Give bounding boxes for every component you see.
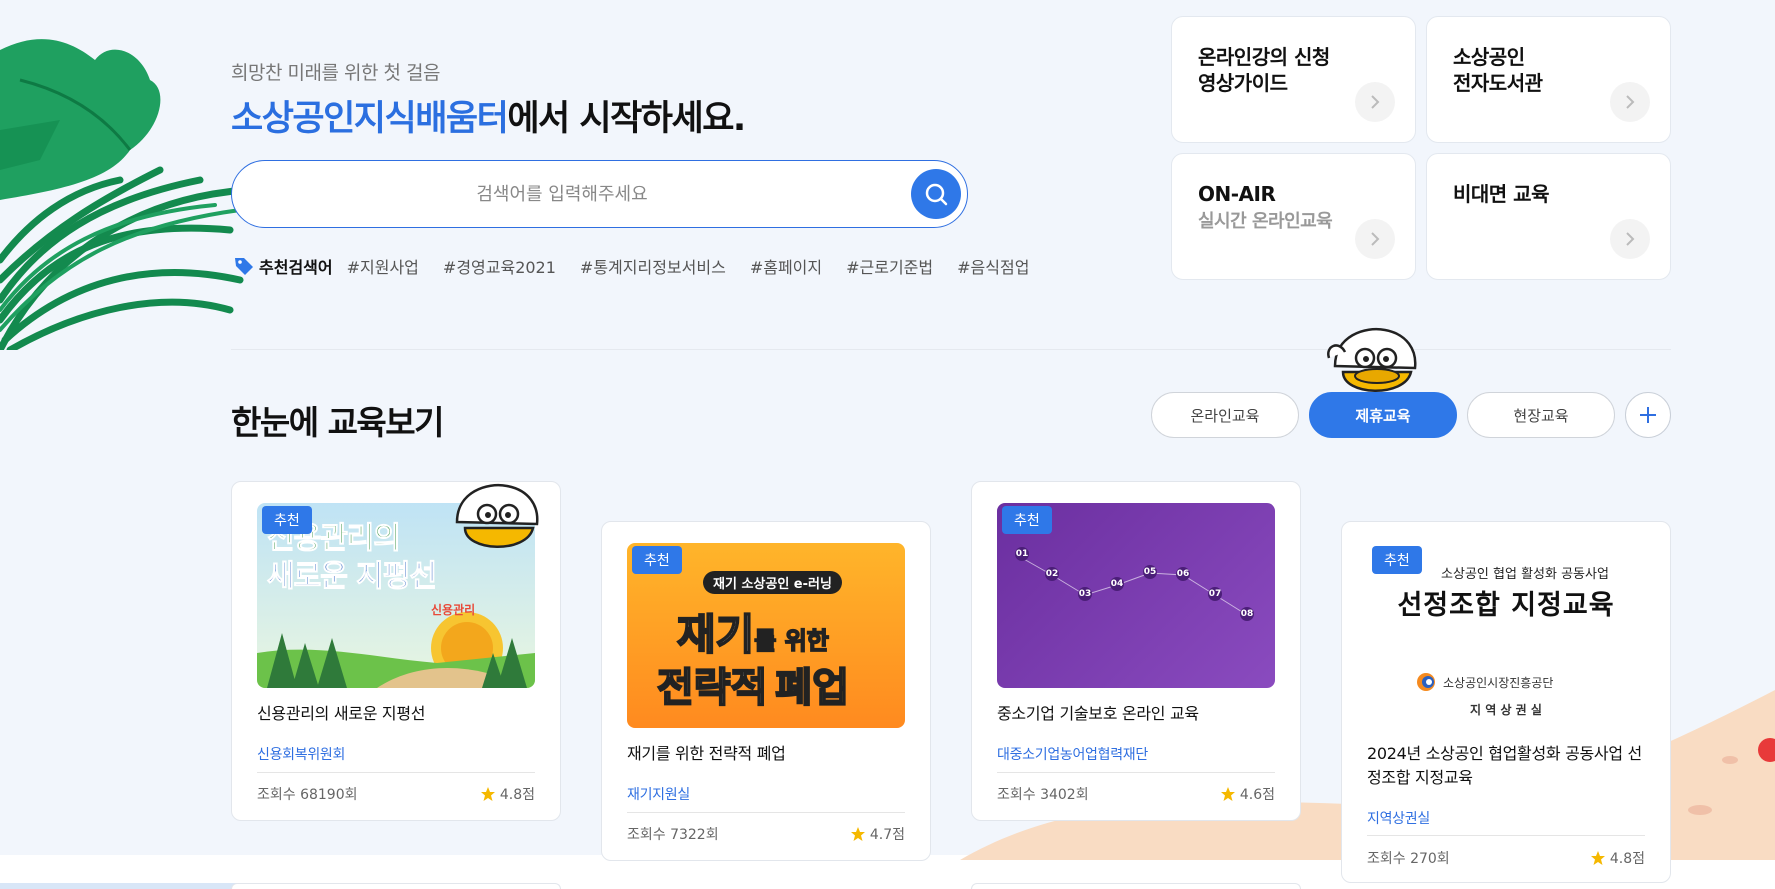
tab-partner-education[interactable]: 제휴교육 [1309, 392, 1457, 438]
keyword-link[interactable]: #음식점업 [957, 254, 1029, 278]
star-icon [480, 787, 495, 801]
keyword-link[interactable]: #지원사업 [347, 254, 419, 278]
course-card[interactable]: 추천 소상공인 협업 활성화 공동사업 선정조합 지정교육 소상공인시장진흥공단… [1341, 521, 1671, 883]
hero-title: 소상공인지식배움터에서 시작하세요. [231, 90, 746, 141]
thumbnail-line-2: 새로운 지평선 [266, 559, 437, 595]
hero-title-rest: 에서 시작하세요. [507, 99, 746, 139]
quick-link-title: 소상공인 전자도서관 [1453, 45, 1543, 95]
thumbnail-main-title: 선정조합 지정교육 [1397, 590, 1615, 621]
card-divider [997, 772, 1275, 773]
hero-subtitle: 희망찬 미래를 위한 첫 걸음 [231, 62, 440, 84]
course-organization: 신용회복위원회 [257, 747, 346, 763]
view-count: 조회수 3402회 [997, 787, 1089, 803]
chevron-right-icon [1610, 219, 1650, 259]
rating: 4.8점 [1590, 848, 1645, 868]
course-card[interactable]: 추천 재기 소상공인 e-러닝 재기 를 위한 전략적 폐업 재기를 위한 전략… [601, 521, 931, 861]
rating-value: 4.7점 [869, 827, 905, 843]
keyword-link[interactable]: #홈페이지 [750, 254, 822, 278]
search-bar [231, 160, 968, 228]
recommend-badge: 추천 [1002, 506, 1052, 534]
search-icon [925, 183, 948, 206]
card-divider [627, 812, 905, 813]
recommended-keywords: 추천검색어 #지원사업 #경영교육2021 #통계지리정보서비스 #홈페이지 #… [233, 254, 1053, 278]
rating-value: 4.8점 [499, 787, 535, 803]
course-card[interactable]: 추천 01 02 03 04 05 06 07 08 중소기업 기술보호 온라인… [971, 481, 1301, 821]
recommended-label: 추천검색어 [259, 258, 333, 277]
thumbnail-big-text: 재기 [676, 609, 755, 660]
thumbnail-small-text: 를 위한 [754, 626, 830, 656]
chevron-right-icon [1355, 82, 1395, 122]
step-marker: 02 [1045, 567, 1059, 581]
search-button[interactable] [911, 169, 961, 219]
quick-link-title: ON-AIR [1198, 182, 1276, 206]
step-marker: 04 [1110, 577, 1124, 591]
step-marker: 01 [1015, 547, 1029, 561]
thumbnail-top-label: 소상공인 협업 활성화 공동사업 [1441, 567, 1609, 582]
course-card-next-row [971, 883, 1301, 889]
footer-accent-strip [0, 883, 240, 889]
recommend-badge: 추천 [262, 506, 312, 534]
rating: 4.8점 [480, 784, 535, 804]
card-divider [1367, 835, 1645, 836]
quick-link-e-library[interactable]: 소상공인 전자도서관 [1426, 16, 1671, 143]
step-marker: 08 [1240, 607, 1254, 621]
recommend-badge: 추천 [1372, 546, 1422, 574]
keyword-link[interactable]: #경영교육2021 [443, 254, 556, 278]
recommend-badge: 추천 [632, 546, 682, 574]
search-input[interactable] [262, 171, 862, 217]
tab-online-education[interactable]: 온라인교육 [1151, 392, 1299, 438]
quick-link-title: 온라인강의 신청 영상가이드 [1198, 45, 1330, 95]
quick-link-online-guide[interactable]: 온라인강의 신청 영상가이드 [1171, 16, 1416, 143]
course-card[interactable]: 추천 신용관리의 새로운 지평선 신용관리 신용관리의 새로운 지평선 신용회복… [231, 481, 561, 821]
palm-leaf-decoration [0, 39, 249, 350]
rating-value: 4.6점 [1239, 787, 1275, 803]
section-title: 한눈에 교육보기 [231, 403, 445, 442]
view-count: 조회수 7322회 [627, 827, 719, 843]
mascot-icon [1327, 327, 1417, 392]
course-card-next-row [231, 883, 561, 889]
course-title: 중소기업 기술보호 온라인 교육 [997, 704, 1199, 723]
keyword-link[interactable]: #통계지리정보서비스 [580, 254, 726, 278]
rating: 4.7점 [850, 824, 905, 844]
thumbnail-organization: 소상공인시장진흥공단 [1443, 675, 1554, 690]
tab-field-education[interactable]: 현장교육 [1467, 392, 1615, 438]
quick-link-remote-education[interactable]: 비대면 교육 [1426, 153, 1671, 280]
course-title: 재기를 위한 전략적 폐업 [627, 744, 786, 763]
quick-link-title: 비대면 교육 [1453, 182, 1549, 206]
step-marker: 07 [1208, 587, 1222, 601]
star-icon [850, 827, 865, 841]
card-divider [257, 772, 535, 773]
step-marker: 05 [1143, 565, 1157, 579]
tag-icon [235, 258, 253, 275]
hero-title-accent: 소상공인지식배움터 [231, 99, 509, 139]
rating-value: 4.8점 [1609, 851, 1645, 867]
course-organization: 재기지원실 [627, 787, 690, 803]
step-marker: 03 [1078, 587, 1092, 601]
mascot-icon [455, 483, 539, 548]
star-icon [1590, 851, 1605, 865]
section-divider [231, 349, 1671, 350]
quick-link-on-air[interactable]: ON-AIR 실시간 온라인교육 [1171, 153, 1416, 280]
quick-link-subtitle: 실시간 온라인교육 [1198, 211, 1333, 232]
course-title: 신용관리의 새로운 지평선 [257, 704, 426, 723]
view-count: 조회수 68190회 [257, 787, 358, 803]
thumbnail-department: 지 역 상 권 실 [1470, 703, 1542, 717]
thumbnail-line-2a: 전략적 [656, 664, 768, 712]
course-title: 2024년 소상공인 협업활성화 공동사업 선정조합 지정교육 [1367, 744, 1642, 787]
chevron-right-icon [1610, 82, 1650, 122]
chevron-right-icon [1355, 219, 1395, 259]
rating: 4.6점 [1220, 784, 1275, 804]
thumbnail-line-2b: 폐업 [774, 664, 850, 712]
plus-icon [1640, 407, 1656, 423]
thumbnail-top-label: 재기 소상공인 e-러닝 [703, 571, 842, 594]
course-organization: 대중소기업농어업협력재단 [997, 747, 1148, 763]
keyword-link[interactable]: #근로기준법 [846, 254, 933, 278]
course-organization: 지역상권실 [1367, 811, 1430, 827]
organization-logo-icon [1417, 673, 1435, 691]
thumbnail-sticker: 신용관리 [431, 603, 476, 617]
more-button[interactable] [1625, 392, 1671, 438]
view-count: 조회수 270회 [1367, 851, 1450, 867]
star-icon [1220, 787, 1235, 801]
step-marker: 06 [1176, 567, 1190, 581]
